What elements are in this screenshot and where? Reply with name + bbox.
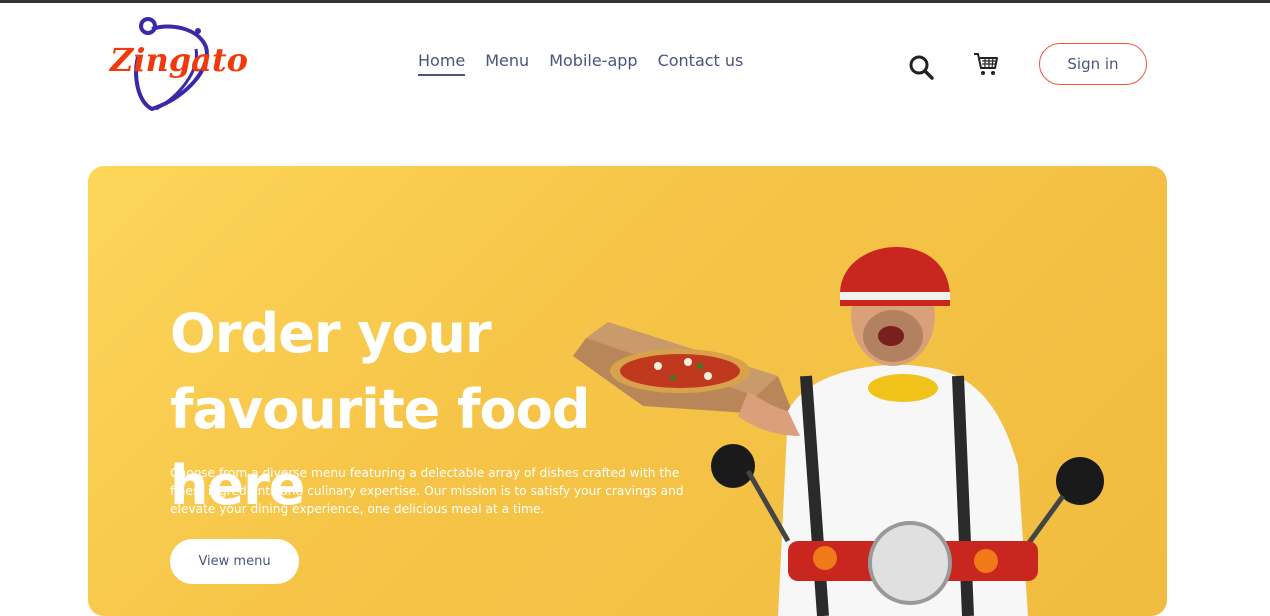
main-nav: Home Menu Mobile-app Contact us xyxy=(418,51,763,76)
hero-title-line1: Order your xyxy=(170,302,492,365)
hero-banner: Order your favourite food here Choose fr… xyxy=(88,166,1167,616)
nav-menu[interactable]: Menu xyxy=(485,51,529,76)
hero-description: Choose from a diverse menu featuring a d… xyxy=(170,466,684,516)
search-icon[interactable] xyxy=(907,53,935,81)
delivery-man-figure xyxy=(711,246,1104,616)
view-menu-button[interactable]: View menu xyxy=(170,539,299,584)
logo[interactable]: Zingato xyxy=(108,17,258,115)
nav-mobile-app[interactable]: Mobile-app xyxy=(549,51,637,76)
nav-contact-us[interactable]: Contact us xyxy=(658,51,744,76)
header: Zingato Home Menu Mobile-app Contact us … xyxy=(0,3,1270,123)
logo-text: Zingato xyxy=(110,41,249,79)
cart-icon[interactable] xyxy=(972,50,1000,78)
sign-in-button[interactable]: Sign in xyxy=(1039,43,1147,85)
nav-home[interactable]: Home xyxy=(418,51,466,76)
